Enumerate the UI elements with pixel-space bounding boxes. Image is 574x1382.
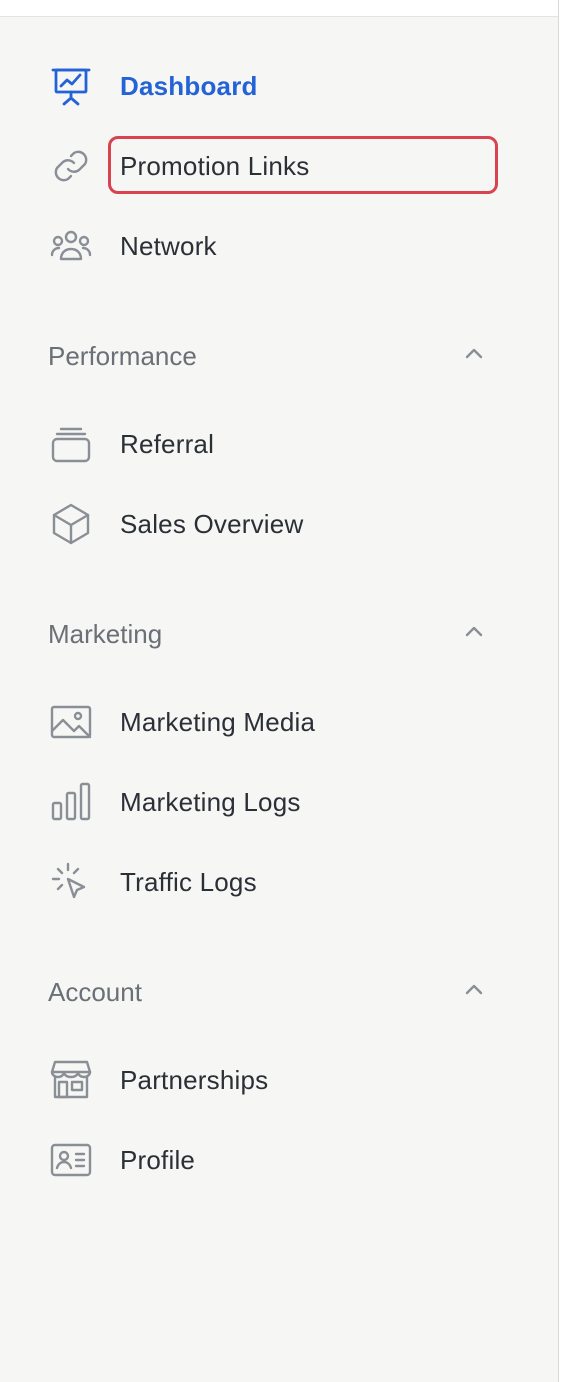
sidebar-item-traffic-logs[interactable]: Traffic Logs: [48, 855, 508, 909]
sidebar-item-marketing-media[interactable]: Marketing Media: [48, 695, 508, 749]
sidebar-item-promotion-links[interactable]: Promotion Links: [48, 139, 508, 193]
sidebar-item-label: Marketing Media: [120, 706, 316, 737]
sidebar-item-label: Traffic Logs: [120, 866, 257, 897]
image-icon: [48, 699, 94, 745]
sidebar-item-label: Dashboard: [120, 70, 258, 101]
id-card-icon: [48, 1137, 94, 1183]
chevron-up-icon[interactable]: [460, 976, 488, 1009]
chevron-up-icon[interactable]: [460, 340, 488, 373]
sidebar-item-label: Partnerships: [120, 1064, 269, 1095]
content-area-edge: [559, 0, 574, 1382]
sidebar-item-label: Network: [120, 230, 217, 261]
section-title: Marketing: [48, 618, 163, 649]
sidebar-item-sales-overview[interactable]: Sales Overview: [48, 497, 508, 551]
bar-chart-icon: [48, 779, 94, 825]
users-group-icon: [48, 223, 94, 269]
sidebar-item-network[interactable]: Network: [48, 219, 508, 273]
cursor-click-icon: [48, 859, 94, 905]
sidebar-item-label: Marketing Logs: [120, 786, 301, 817]
section-title: Performance: [48, 340, 197, 371]
sidebar-item-label: Sales Overview: [120, 508, 304, 539]
presentation-chart-icon: [48, 63, 94, 109]
section-header-performance[interactable]: Performance: [48, 336, 488, 376]
cube-icon: [48, 501, 94, 547]
top-bar: [0, 0, 558, 17]
sidebar-item-label: Profile: [120, 1144, 196, 1175]
sidebar-item-label: Promotion Links: [120, 150, 310, 181]
sidebar-item-label: Referral: [120, 428, 215, 459]
section-title: Account: [48, 976, 142, 1007]
storefront-icon: [48, 1057, 94, 1103]
sidebar-item-profile[interactable]: Profile: [48, 1133, 508, 1187]
sidebar-item-referral[interactable]: Referral: [48, 417, 508, 471]
sidebar-item-partnerships[interactable]: Partnerships: [48, 1053, 508, 1107]
link-icon: [48, 143, 94, 189]
sidebar-item-marketing-logs[interactable]: Marketing Logs: [48, 775, 508, 829]
chevron-up-icon[interactable]: [460, 618, 488, 651]
section-header-account[interactable]: Account: [48, 972, 488, 1012]
stack-icon: [48, 421, 94, 467]
section-header-marketing[interactable]: Marketing: [48, 614, 488, 654]
sidebar-item-dashboard[interactable]: Dashboard: [48, 59, 508, 113]
